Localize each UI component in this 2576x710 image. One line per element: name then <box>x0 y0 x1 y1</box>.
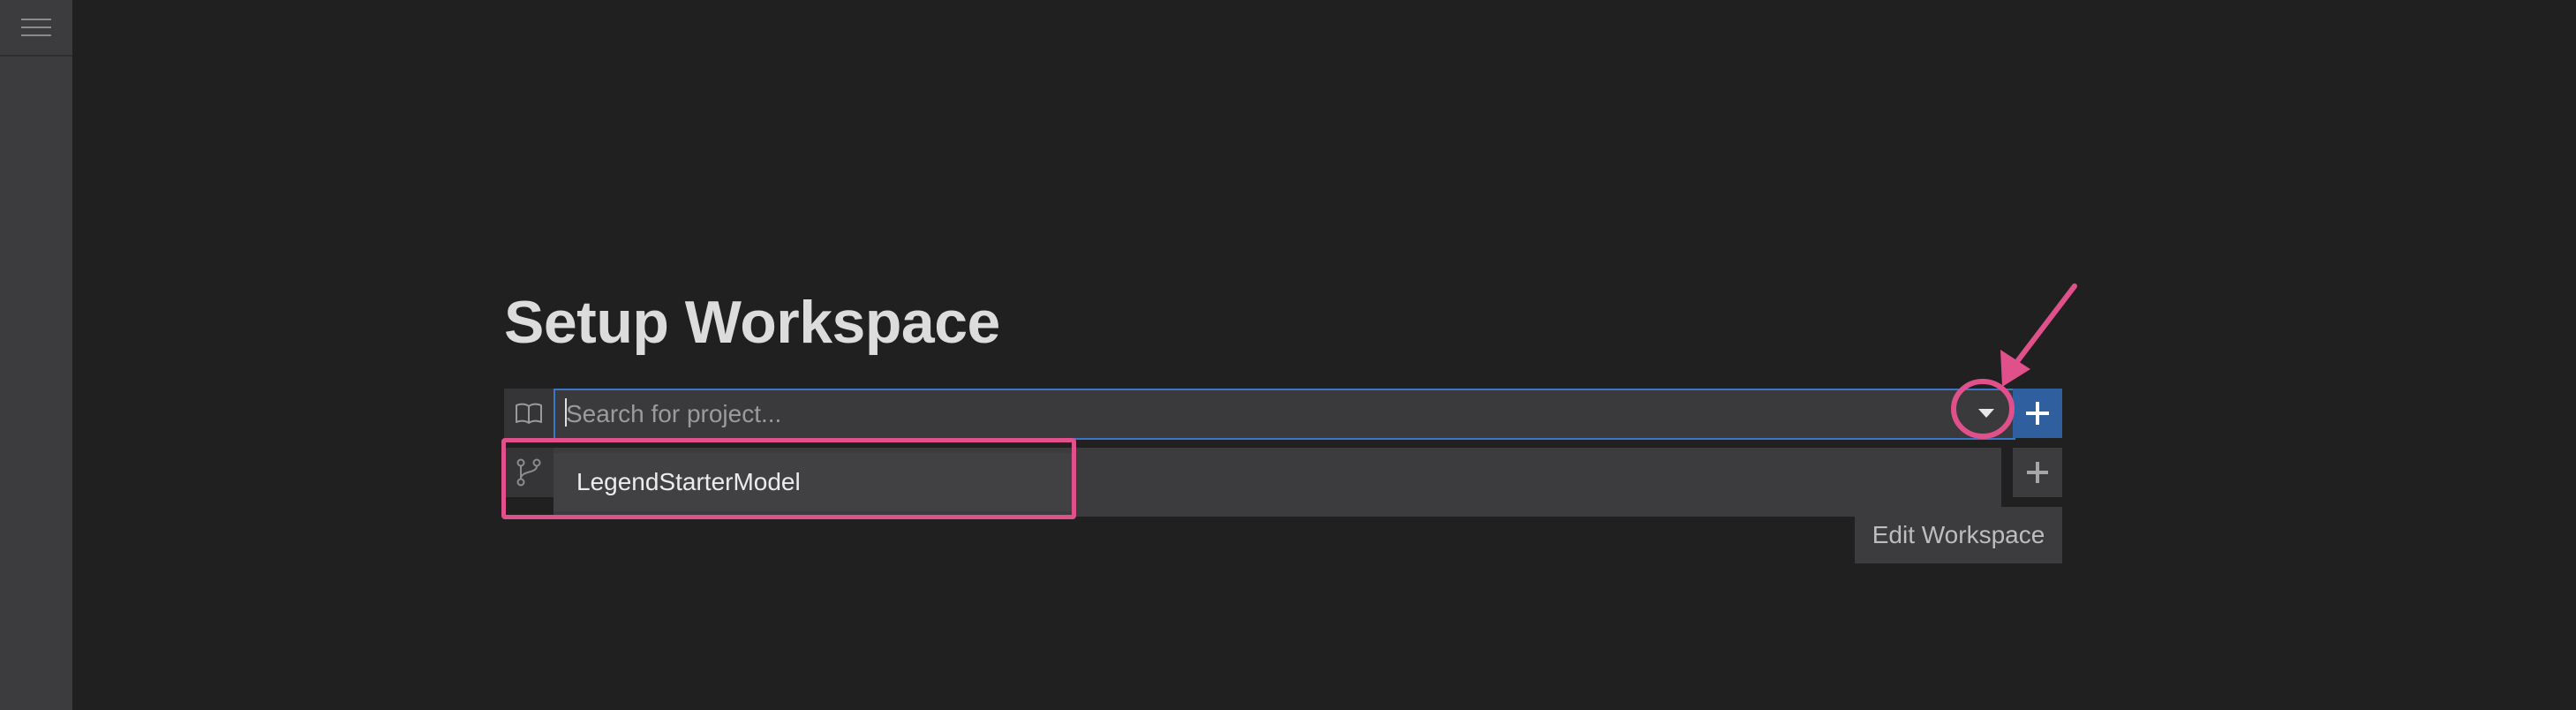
edit-workspace-button[interactable]: Edit Workspace <box>1855 507 2062 563</box>
book-icon <box>516 403 542 424</box>
caret-down-icon <box>1978 409 1994 418</box>
text-cursor <box>565 398 567 427</box>
page-title: Setup Workspace <box>504 289 1000 356</box>
dropdown-toggle-button[interactable] <box>1965 392 2007 434</box>
project-search-input[interactable] <box>554 389 2015 440</box>
activity-bar <box>0 0 72 710</box>
project-row <box>504 389 554 438</box>
main-panel <box>72 0 2576 710</box>
git-branch-icon <box>516 458 541 487</box>
branch-icon-box <box>504 448 554 497</box>
project-option[interactable]: LegendStarterModel <box>554 453 1074 511</box>
add-project-button[interactable] <box>2013 389 2062 438</box>
plus-icon <box>2026 402 2049 425</box>
project-icon-box <box>504 389 554 438</box>
menu-button[interactable] <box>0 0 72 57</box>
hamburger-menu-icon <box>21 19 51 36</box>
add-branch-button[interactable] <box>2013 448 2062 497</box>
plus-icon <box>2027 462 2048 483</box>
